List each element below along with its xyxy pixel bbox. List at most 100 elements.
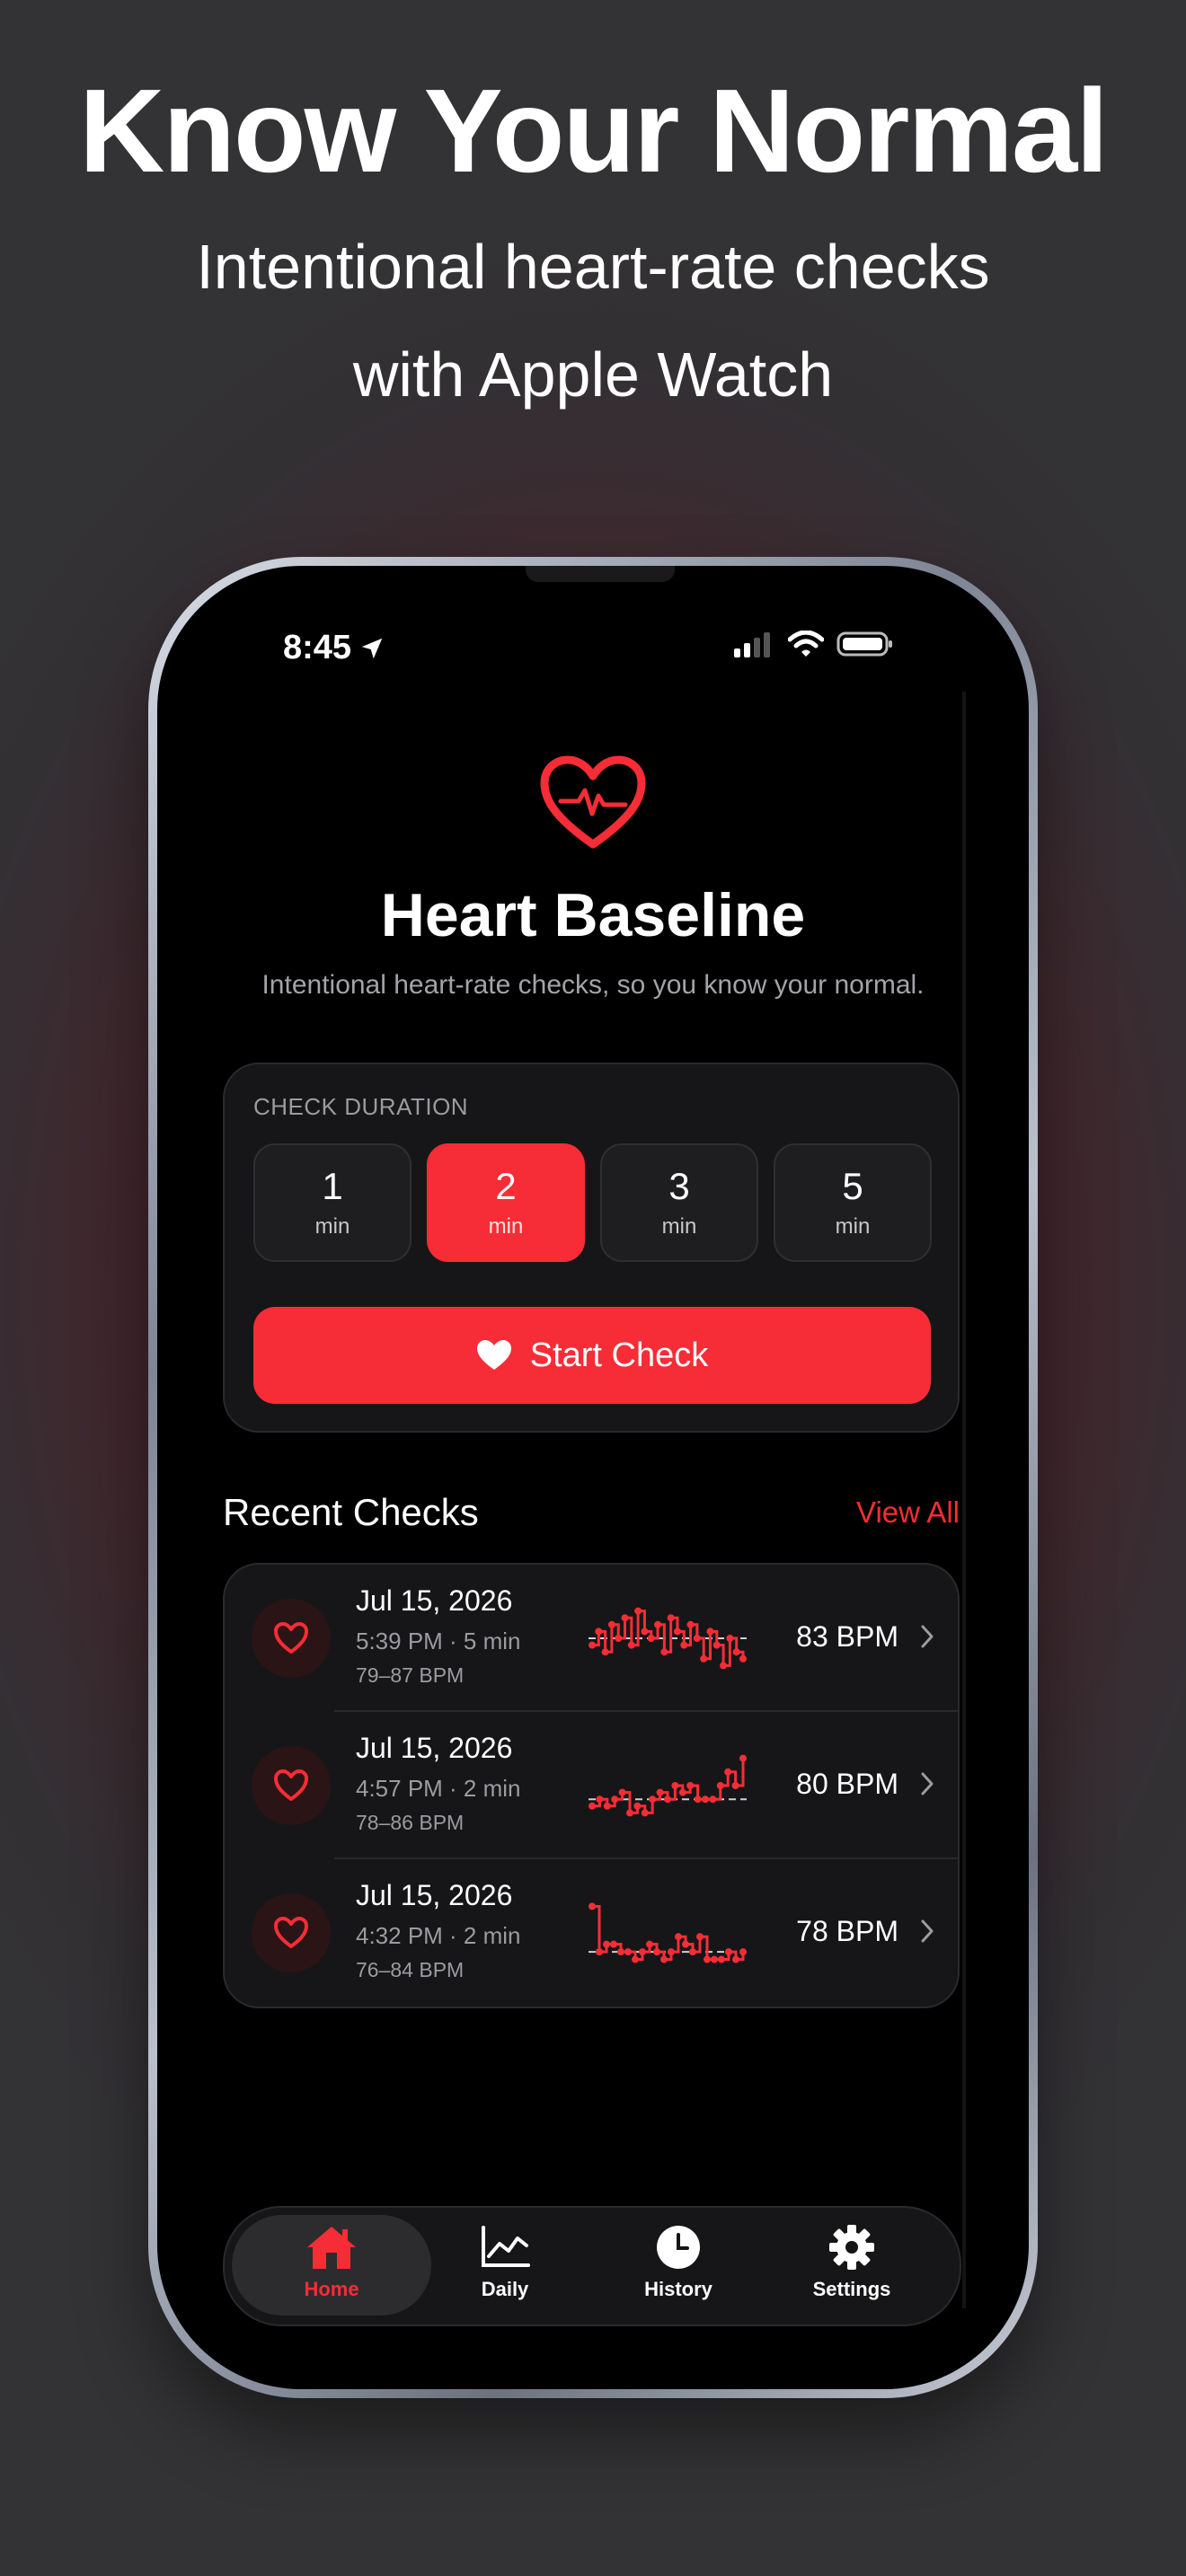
recent-check-row[interactable]: Jul 15, 2026 4:57 PM · 2 min 78–86 BPM 8… (225, 1712, 958, 1859)
heart-rate-point (709, 1795, 717, 1804)
heart-outline-icon (252, 1599, 331, 1678)
duration-unit: min (488, 1214, 524, 1239)
heart-rate-point (724, 1768, 732, 1776)
heart-rate-point (671, 1782, 679, 1789)
tab-daily[interactable]: Daily (420, 2224, 590, 2314)
heart-rate-point (610, 1940, 617, 1948)
status-time: 8:45 (283, 629, 385, 667)
clock-icon (657, 2226, 700, 2269)
heart-rate-point (689, 1948, 696, 1956)
row-date: Jul 15, 2026 (356, 1732, 513, 1764)
row-date: Jul 15, 2026 (356, 1584, 513, 1617)
row-bpm: 83 BPM (796, 1620, 898, 1653)
row-time: 5:39 PM · 5 min (356, 1628, 521, 1654)
row-time: 4:32 PM · 2 min (356, 1922, 521, 1949)
duration-unit: min (314, 1214, 350, 1239)
heart-rate-point (617, 1948, 624, 1956)
marketing-subline-1: Intentional heart-rate checks (196, 232, 990, 302)
heart-rate-point (632, 1955, 639, 1963)
duration-option-1[interactable]: 1 min (253, 1143, 412, 1262)
recent-check-row[interactable]: Jul 15, 2026 5:39 PM · 5 min 79–87 BPM 8… (225, 1565, 958, 1712)
heart-rate-point (646, 1940, 653, 1948)
tab-label: Daily (481, 2278, 529, 2300)
heart-rate-point (718, 1955, 725, 1963)
status-icons (734, 631, 894, 657)
row-bpm: 78 BPM (796, 1915, 898, 1947)
heart-outline-icon (252, 1893, 331, 1972)
heart-rate-sparkline (589, 1754, 747, 1817)
recent-check-row[interactable]: Jul 15, 2026 4:32 PM · 2 min 76–84 BPM 7… (225, 1859, 958, 2007)
heart-rate-point (603, 1802, 611, 1810)
heart-rate-point (732, 1648, 740, 1656)
duration-value: 5 (842, 1164, 863, 1207)
heart-rate-point (656, 1788, 664, 1796)
phone-screen: 8:45 Heart Baseline Intentional heart-ra… (157, 566, 1029, 2389)
heart-rate-point (716, 1782, 724, 1789)
row-date: Jul 15, 2026 (356, 1879, 513, 1911)
chart-line-icon (482, 2226, 530, 2267)
recent-checks-title: Recent Checks (223, 1491, 479, 1533)
row-range: 79–87 BPM (356, 1663, 465, 1687)
heart-rate-point (607, 1620, 615, 1628)
duration-value: 1 (322, 1164, 343, 1207)
heart-rate-point (647, 1635, 655, 1642)
heart-rate-point (711, 1955, 718, 1963)
heart-rate-point (601, 1648, 609, 1656)
heart-rate-point (667, 1614, 675, 1622)
duration-unit: min (835, 1214, 871, 1239)
chevron-right-icon (921, 1772, 934, 1795)
heart-rate-sparkline (589, 1607, 747, 1670)
heart-rate-point (641, 1809, 649, 1817)
chevron-right-icon (921, 1919, 934, 1943)
battery-icon (836, 631, 892, 657)
duration-option-3[interactable]: 3 min (600, 1143, 758, 1262)
heart-rate-point (660, 1955, 668, 1963)
heart-rate-point (654, 1620, 662, 1628)
heart-rate-point (725, 1948, 732, 1956)
heart-rate-point (720, 1662, 728, 1670)
heart-rate-point (649, 1795, 657, 1804)
cellular-signal-icon (734, 632, 770, 657)
tab-label: Home (304, 2278, 359, 2300)
heart-rate-point (596, 1795, 604, 1804)
heart-rate-point (694, 1795, 702, 1804)
heart-rate-point (641, 1628, 649, 1636)
heart-rate-point (675, 1933, 682, 1941)
heart-rate-point (732, 1955, 739, 1963)
heart-rate-point (589, 1641, 596, 1649)
heart-rate-point (678, 1788, 686, 1796)
heart-rate-point (633, 1802, 642, 1810)
start-check-button[interactable]: Start Check (253, 1307, 931, 1404)
heart-rate-point (595, 1628, 603, 1636)
heart-rate-point (634, 1607, 642, 1615)
heart-rate-point (624, 1948, 632, 1956)
heart-rate-point (626, 1809, 633, 1817)
duration-option-2[interactable]: 2 min (427, 1143, 585, 1262)
heart-rate-point (673, 1628, 681, 1636)
heart-pulse-icon (540, 755, 646, 849)
heart-rate-point (589, 1902, 596, 1910)
tab-settings[interactable]: Settings (766, 2224, 937, 2314)
location-arrow-icon (361, 638, 383, 658)
row-range: 76–84 BPM (356, 1958, 465, 1981)
heart-rate-point (704, 1955, 711, 1963)
tab-home[interactable]: Home (246, 2224, 417, 2314)
row-time: 4:57 PM · 2 min (356, 1775, 521, 1802)
heart-rate-point (706, 1628, 714, 1636)
chevron-right-icon (921, 1625, 934, 1648)
heart-rate-point (682, 1940, 689, 1948)
gear-icon (829, 2225, 874, 2270)
heart-rate-point (702, 1795, 709, 1804)
tab-history[interactable]: History (593, 2224, 764, 2314)
duration-option-5[interactable]: 5 min (774, 1143, 932, 1262)
heart-rate-point (739, 1654, 747, 1663)
view-all-link[interactable]: View All (856, 1495, 960, 1530)
heart-rate-point (653, 1948, 660, 1956)
speaker-notch (526, 566, 675, 582)
duration-label: CHECK DURATION (253, 1093, 469, 1120)
app-subtitle: Intentional heart-rate checks, so you kn… (261, 970, 925, 1000)
heart-rate-point (615, 1635, 623, 1642)
duration-value: 3 (668, 1164, 690, 1207)
start-check-label: Start Check (529, 1336, 709, 1374)
heart-rate-point (668, 1948, 675, 1956)
